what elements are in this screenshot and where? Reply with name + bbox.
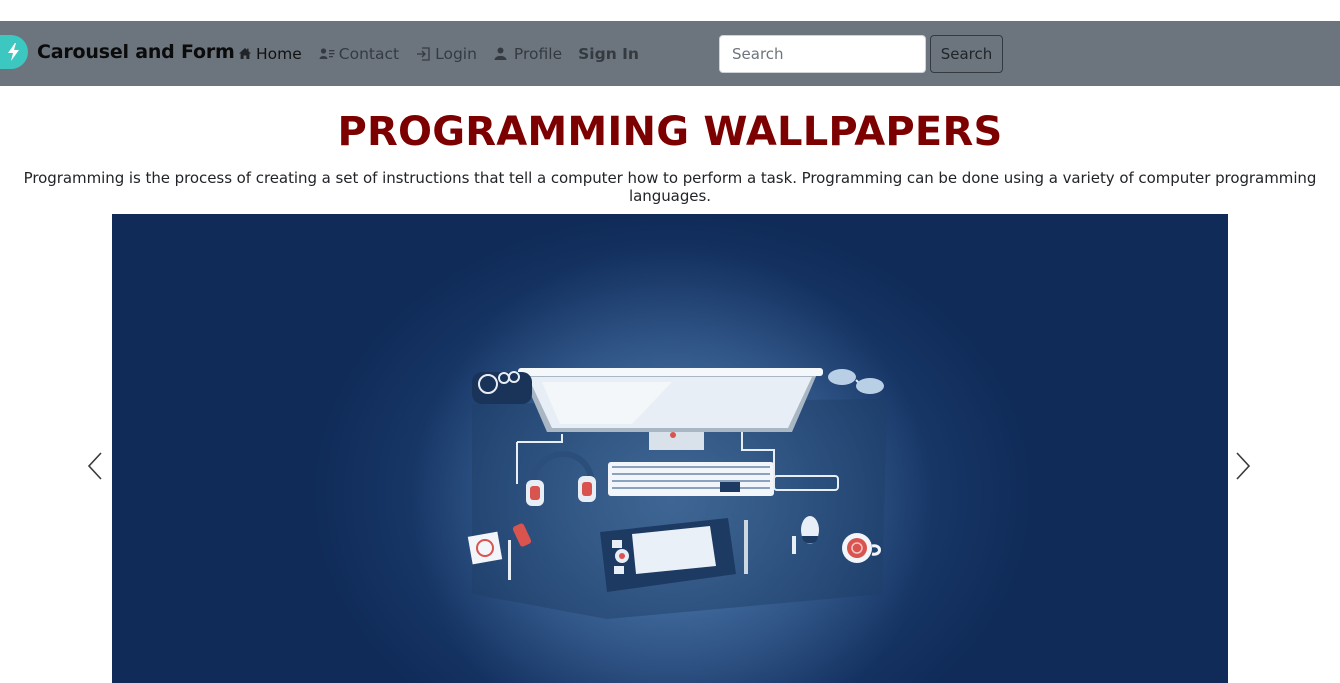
nav-label-contact: Contact xyxy=(338,44,400,63)
page-description: Programming is the process of creating a… xyxy=(23,169,1317,205)
carousel-prev-button[interactable] xyxy=(80,448,110,488)
nav-item-login[interactable]: Login xyxy=(416,45,477,63)
nav-label-profile: Profile xyxy=(513,44,563,63)
carousel xyxy=(87,214,1251,683)
nav-menu: Home Contact Login Profile Sign In xyxy=(238,21,656,86)
contact-card-icon xyxy=(319,47,335,60)
chevron-left-icon xyxy=(87,451,103,485)
nav-item-contact[interactable]: Contact xyxy=(319,45,399,63)
brand-title: Carousel and Form xyxy=(37,41,235,63)
nav-label-home: Home xyxy=(256,44,302,63)
lightning-bolt-icon xyxy=(0,35,28,69)
nav-item-home[interactable]: Home xyxy=(238,45,302,63)
person-icon xyxy=(494,47,507,60)
home-icon xyxy=(238,47,252,60)
nav-item-profile[interactable]: Profile xyxy=(494,45,562,63)
nav-label-login: Login xyxy=(435,44,477,63)
login-icon xyxy=(416,46,431,61)
search-form: Search xyxy=(719,35,1003,73)
workstation-desk-illustration xyxy=(112,214,1228,683)
carousel-slide xyxy=(112,214,1228,683)
search-input[interactable] xyxy=(719,35,926,73)
page-title: PROGRAMMING WALLPAPERS xyxy=(337,109,1003,155)
brand-link[interactable]: Carousel and Form xyxy=(0,35,235,69)
search-button[interactable]: Search xyxy=(930,35,1003,73)
carousel-next-button[interactable] xyxy=(1228,448,1258,488)
chevron-right-icon xyxy=(1235,451,1251,485)
navbar: Carousel and Form Home Contact Login Pro… xyxy=(0,21,1340,86)
sign-in-link[interactable]: Sign In xyxy=(578,45,639,63)
